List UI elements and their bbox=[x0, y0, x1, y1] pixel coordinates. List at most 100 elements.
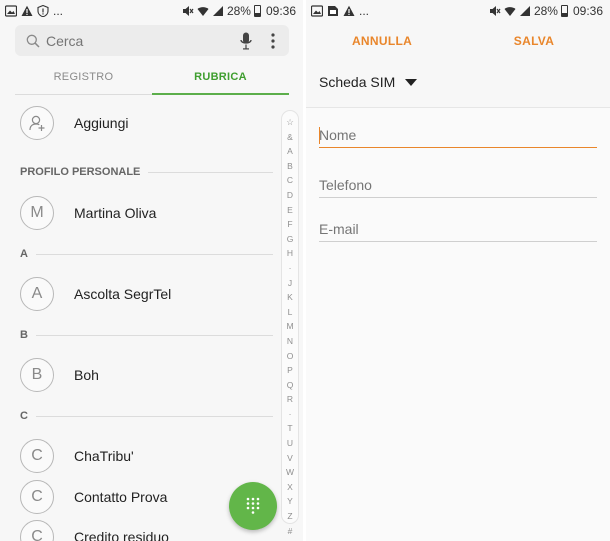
index-letter[interactable]: T bbox=[287, 421, 292, 436]
list-item[interactable]: B Boh bbox=[20, 358, 99, 392]
add-person-icon bbox=[29, 115, 45, 131]
phone-field[interactable] bbox=[319, 172, 597, 198]
section-letter: C bbox=[20, 410, 28, 422]
search-bar[interactable] bbox=[15, 25, 289, 56]
contact-name: Ascolta SegrTel bbox=[74, 286, 172, 302]
index-letter[interactable]: · bbox=[289, 407, 292, 422]
add-contact-row[interactable]: Aggiungi bbox=[20, 106, 129, 140]
section-divider bbox=[148, 171, 273, 173]
mic-icon[interactable] bbox=[240, 32, 252, 50]
tab-rubrica[interactable]: RUBRICA bbox=[152, 62, 289, 95]
index-letter[interactable]: L bbox=[288, 305, 293, 320]
new-contact-screen: ... 28% 09:36 ANNULLA SALVA Scheda SIM bbox=[306, 0, 610, 541]
index-letter[interactable]: B bbox=[287, 159, 293, 174]
tab-registro[interactable]: REGISTRO bbox=[15, 62, 152, 95]
index-letter[interactable]: F bbox=[287, 217, 292, 232]
contacts-screen: ... 28% 09:36 REGISTRO RUBRICA Aggiungi … bbox=[0, 0, 303, 541]
more-vert-icon[interactable] bbox=[271, 32, 275, 49]
index-letter[interactable]: U bbox=[287, 436, 293, 451]
index-letter[interactable]: W bbox=[286, 465, 294, 480]
index-letter[interactable]: Y bbox=[287, 494, 293, 509]
index-letter[interactable]: C bbox=[287, 173, 293, 188]
index-letter[interactable]: V bbox=[287, 451, 293, 466]
index-letter[interactable]: X bbox=[287, 480, 293, 495]
mute-icon bbox=[489, 6, 501, 16]
index-letter[interactable]: D bbox=[287, 188, 293, 203]
avatar: C bbox=[20, 480, 54, 514]
contact-name: Martina Oliva bbox=[74, 205, 157, 221]
more-notifications: ... bbox=[359, 4, 370, 18]
search-icon bbox=[26, 34, 40, 48]
shield-icon bbox=[37, 5, 49, 17]
signal-icon bbox=[519, 6, 530, 16]
index-letter[interactable]: ☆ bbox=[286, 115, 294, 130]
clock: 09:36 bbox=[572, 4, 603, 18]
index-letter[interactable]: # bbox=[288, 524, 293, 539]
save-button[interactable]: SALVA bbox=[458, 25, 610, 61]
wifi-icon bbox=[197, 7, 209, 16]
contact-name: ChaTribu' bbox=[74, 448, 134, 464]
list-item[interactable]: C Credito residuo bbox=[20, 520, 169, 541]
index-letter[interactable]: O bbox=[287, 349, 294, 364]
avatar: B bbox=[20, 358, 54, 392]
list-item[interactable]: C ChaTribu' bbox=[20, 439, 134, 473]
text-cursor bbox=[319, 127, 320, 144]
wifi-icon bbox=[504, 7, 516, 16]
battery-icon bbox=[253, 5, 261, 17]
section-header-b: B bbox=[20, 329, 273, 341]
alphabet-index-scrollbar[interactable]: ☆ & A B C D E F G H · J K L M N O P Q R · T U V W X Y Z # bbox=[281, 110, 299, 536]
status-bar: ... 28% 09:36 bbox=[306, 0, 610, 22]
section-header-c: C bbox=[20, 410, 273, 422]
index-letter[interactable]: R bbox=[287, 392, 293, 407]
battery-percent: 28% bbox=[226, 4, 251, 18]
list-item-profile[interactable]: M Martina Oliva bbox=[20, 196, 156, 230]
name-field[interactable] bbox=[319, 122, 597, 148]
index-letter[interactable]: · bbox=[289, 261, 292, 276]
index-letter[interactable]: A bbox=[287, 144, 293, 159]
contact-form bbox=[306, 107, 610, 541]
index-letter[interactable]: E bbox=[287, 203, 293, 218]
section-header-label: PROFILO PERSONALE bbox=[20, 166, 141, 178]
index-letter[interactable]: Q bbox=[287, 378, 294, 393]
more-notifications: ... bbox=[53, 4, 64, 18]
index-letter[interactable]: H bbox=[287, 246, 293, 261]
section-letter: B bbox=[20, 329, 28, 341]
index-letter[interactable]: Z bbox=[287, 509, 292, 524]
contact-name: Credito residuo bbox=[74, 529, 169, 541]
gallery-notification-icon bbox=[5, 5, 17, 17]
dialpad-icon bbox=[246, 497, 260, 514]
search-input[interactable] bbox=[46, 32, 240, 49]
battery-percent: 28% bbox=[533, 4, 558, 18]
index-letter[interactable]: & bbox=[287, 130, 293, 145]
cancel-button[interactable]: ANNULLA bbox=[306, 25, 458, 61]
email-field[interactable] bbox=[319, 216, 597, 242]
tab-bar: REGISTRO RUBRICA bbox=[15, 62, 289, 95]
signal-icon bbox=[212, 6, 223, 16]
add-contact-avatar bbox=[20, 106, 54, 140]
battery-icon bbox=[560, 5, 568, 17]
index-letter[interactable]: P bbox=[287, 363, 293, 378]
index-letter[interactable]: M bbox=[286, 319, 293, 334]
list-item[interactable]: C Contatto Prova bbox=[20, 480, 167, 514]
index-letter[interactable]: K bbox=[287, 290, 293, 305]
dialpad-button[interactable] bbox=[229, 482, 277, 530]
clock: 09:36 bbox=[265, 4, 296, 18]
gallery-notification-icon bbox=[311, 5, 323, 17]
status-bar: ... 28% 09:36 bbox=[0, 0, 303, 22]
triangle-down-icon bbox=[405, 78, 418, 86]
section-header-profile: PROFILO PERSONALE bbox=[20, 166, 273, 178]
warning-icon bbox=[21, 5, 33, 16]
warning-icon bbox=[343, 5, 355, 16]
index-letter[interactable]: G bbox=[287, 232, 294, 247]
index-letter[interactable]: J bbox=[288, 276, 292, 291]
list-item[interactable]: A Ascolta SegrTel bbox=[20, 277, 171, 311]
sim-notification-icon bbox=[328, 6, 338, 16]
avatar: M bbox=[20, 196, 54, 230]
section-divider bbox=[35, 334, 273, 336]
storage-location-dropdown[interactable]: Scheda SIM bbox=[319, 74, 418, 90]
section-divider bbox=[35, 415, 273, 417]
contact-name: Contatto Prova bbox=[74, 489, 168, 505]
index-letter[interactable]: N bbox=[287, 334, 293, 349]
avatar: A bbox=[20, 277, 54, 311]
storage-location-value: Scheda SIM bbox=[319, 74, 396, 90]
